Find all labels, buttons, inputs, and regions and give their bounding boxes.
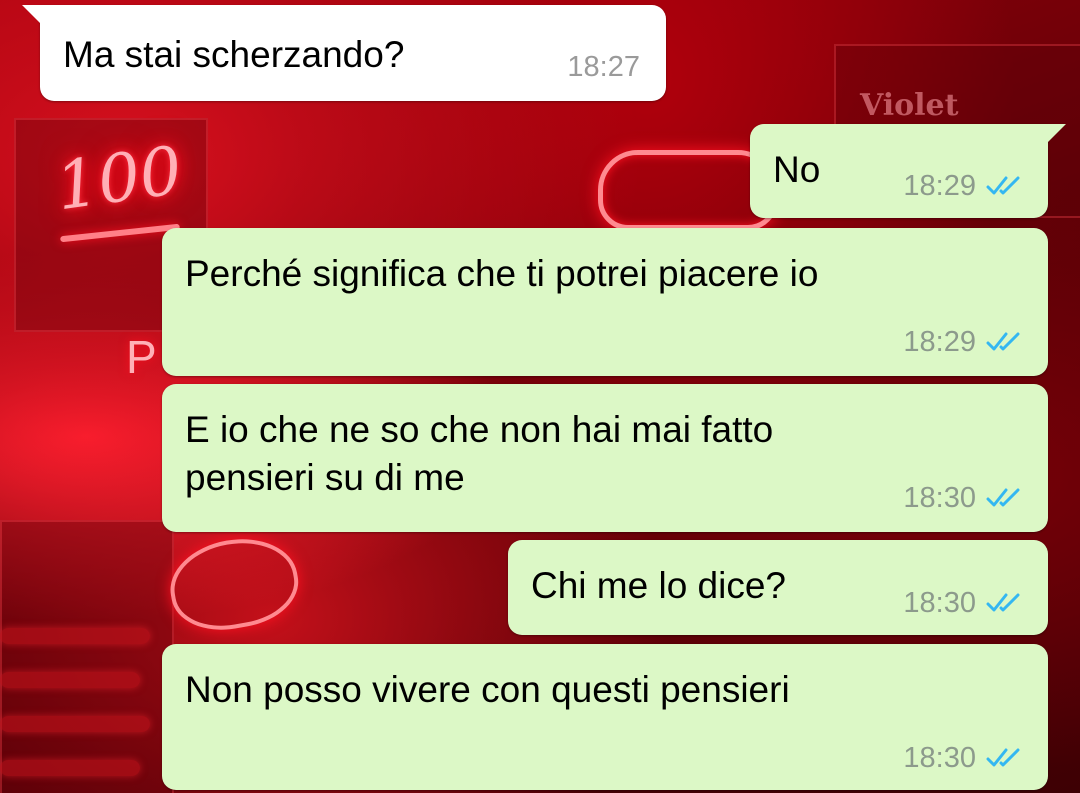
message-text: Perché significa che ti potrei piacere i… bbox=[185, 253, 819, 294]
message-meta: 18:29 bbox=[903, 170, 1022, 202]
bubble-tail bbox=[22, 5, 42, 25]
message-meta: 18:29 bbox=[903, 326, 1022, 358]
message-text: E io che ne so che non hai mai fatto pen… bbox=[185, 409, 774, 498]
message-time: 18:29 bbox=[903, 170, 976, 202]
double-check-icon bbox=[986, 748, 1020, 767]
message-time: 18:29 bbox=[903, 326, 976, 358]
outgoing-message-bubble[interactable]: E io che ne so che non hai mai fatto pen… bbox=[162, 384, 1048, 532]
message-text: No bbox=[773, 149, 821, 190]
message-meta: 18:27 bbox=[567, 51, 640, 83]
double-check-icon bbox=[986, 332, 1020, 351]
bubble-tail bbox=[1046, 124, 1066, 144]
message-time: 18:30 bbox=[903, 742, 976, 774]
outgoing-message-bubble[interactable]: No 18:29 bbox=[750, 124, 1066, 218]
outgoing-message-bubble[interactable]: Chi me lo dice? 18:30 bbox=[508, 540, 1048, 635]
message-text: Ma stai scherzando? bbox=[63, 34, 405, 75]
message-meta: 18:30 bbox=[903, 742, 1022, 774]
incoming-message-bubble[interactable]: Ma stai scherzando? 18:27 bbox=[22, 5, 666, 101]
message-time: 18:27 bbox=[567, 51, 640, 83]
double-check-icon bbox=[986, 593, 1020, 612]
outgoing-message-bubble[interactable]: Non posso vivere con questi pensieri 18:… bbox=[162, 644, 1048, 790]
outgoing-message-bubble[interactable]: Perché significa che ti potrei piacere i… bbox=[162, 228, 1048, 376]
message-text: Chi me lo dice? bbox=[531, 565, 787, 606]
message-time: 18:30 bbox=[903, 587, 976, 619]
message-list[interactable]: Ma stai scherzando? 18:27 No 18:29 Perch… bbox=[0, 0, 1080, 793]
message-text: Non posso vivere con questi pensieri bbox=[185, 669, 790, 710]
message-meta: 18:30 bbox=[903, 482, 1022, 514]
message-time: 18:30 bbox=[903, 482, 976, 514]
double-check-icon bbox=[986, 176, 1020, 195]
message-meta: 18:30 bbox=[903, 587, 1022, 619]
double-check-icon bbox=[986, 488, 1020, 507]
